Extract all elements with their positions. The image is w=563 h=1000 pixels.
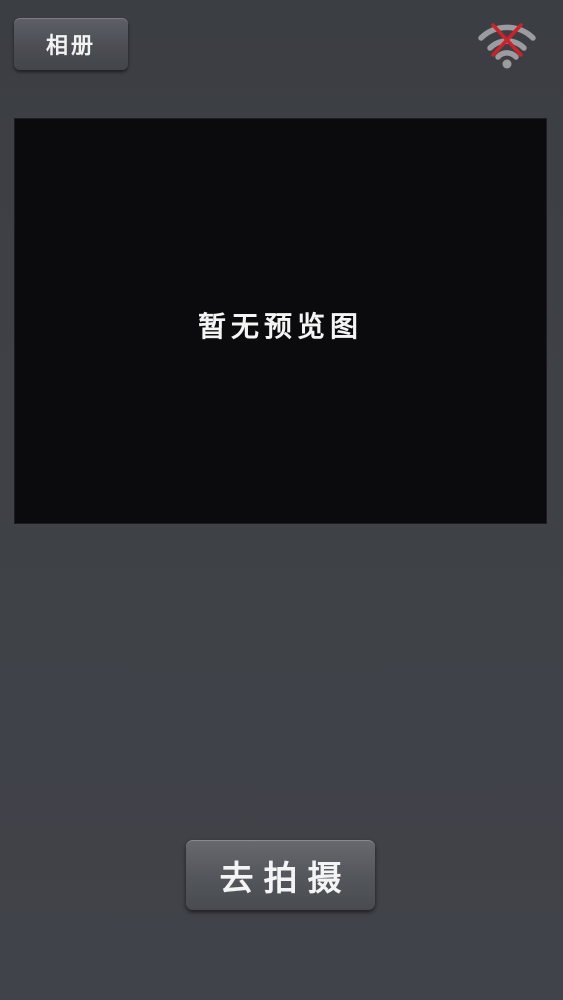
empty-preview-text: 暂无预览图 xyxy=(197,310,363,343)
capture-button[interactable]: 去拍摄 xyxy=(186,840,375,910)
wifi-disconnected-icon xyxy=(476,18,538,72)
top-bar: 相册 xyxy=(0,0,563,92)
album-button[interactable]: 相册 xyxy=(14,18,128,70)
preview-area: 暂无预览图 xyxy=(14,118,547,524)
